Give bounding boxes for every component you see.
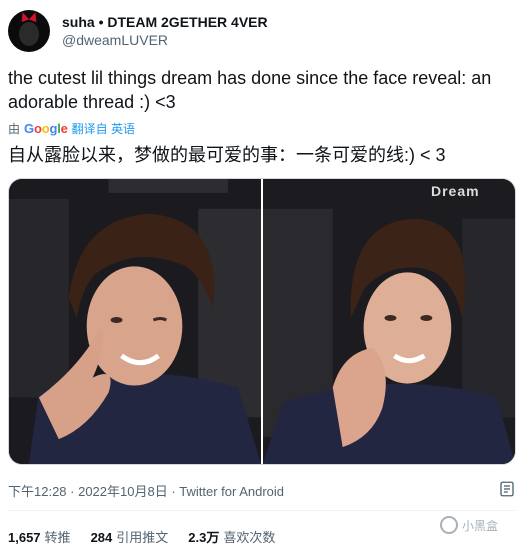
tweet-timestamp[interactable]: 下午12:28 · 2022年10月8日: [8, 484, 168, 499]
user-handle[interactable]: @dweamLUVER: [62, 31, 268, 49]
tweet-text: the cutest lil things dream has done sin…: [8, 68, 492, 112]
watermark-text: 小黑盒: [462, 518, 499, 533]
photo-left-image: [9, 179, 261, 464]
tweet-meta: 下午12:28 · 2022年10月8日 · Twitter for Andro…: [8, 481, 284, 500]
tweet-stats: 1,657 转推 284 引用推文 2.3万 喜欢次数: [8, 527, 295, 546]
photo-left[interactable]: [9, 179, 261, 464]
stat-number: 284: [90, 530, 113, 545]
stat-label: 喜欢次数: [223, 530, 276, 545]
tweet-source-app[interactable]: Twitter for Android: [179, 484, 284, 499]
devil-horn-icon: [28, 10, 40, 23]
quote-count[interactable]: 284 引用推文: [91, 527, 169, 546]
retweet-count[interactable]: 1,657 转推: [8, 527, 71, 546]
divider: [8, 510, 516, 511]
stat-number: 1,657: [8, 530, 41, 545]
photo-right[interactable]: Dream: [263, 179, 515, 464]
translate-link[interactable]: 翻译自 英语: [72, 120, 135, 137]
google-logo: Google: [24, 120, 68, 136]
share-icon[interactable]: [498, 480, 516, 498]
devil-horn-icon: [18, 10, 30, 23]
stat-number: 2.3万: [188, 530, 220, 545]
watermark-logo-icon: [440, 516, 458, 534]
dream-brand-sign: Dream: [431, 183, 480, 199]
like-count[interactable]: 2.3万 喜欢次数: [188, 527, 275, 546]
display-name[interactable]: suha • DTEAM 2GETHER 4VER: [62, 13, 268, 31]
author-names: suha • DTEAM 2GETHER 4VER @dweamLUVER: [62, 13, 268, 49]
meta-separator: ·: [167, 484, 180, 499]
stat-label: 转推: [44, 530, 71, 545]
stat-label: 引用推文: [116, 530, 169, 545]
avatar[interactable]: [8, 10, 50, 52]
photo-right-image: [263, 179, 515, 464]
tweet-header: suha • DTEAM 2GETHER 4VER @dweamLUVER: [8, 8, 508, 54]
translation-attribution: 由 Google 翻译自 英语: [8, 119, 135, 137]
watermark: 小黑盒: [440, 516, 498, 534]
translated-text: 自从露脸以来，梦做的最可爱的事：一条可爱的线:) < 3: [8, 145, 446, 165]
translate-by-label: 由: [8, 121, 21, 136]
media-grid: Dream: [8, 178, 516, 465]
avatar-face: [19, 22, 39, 46]
